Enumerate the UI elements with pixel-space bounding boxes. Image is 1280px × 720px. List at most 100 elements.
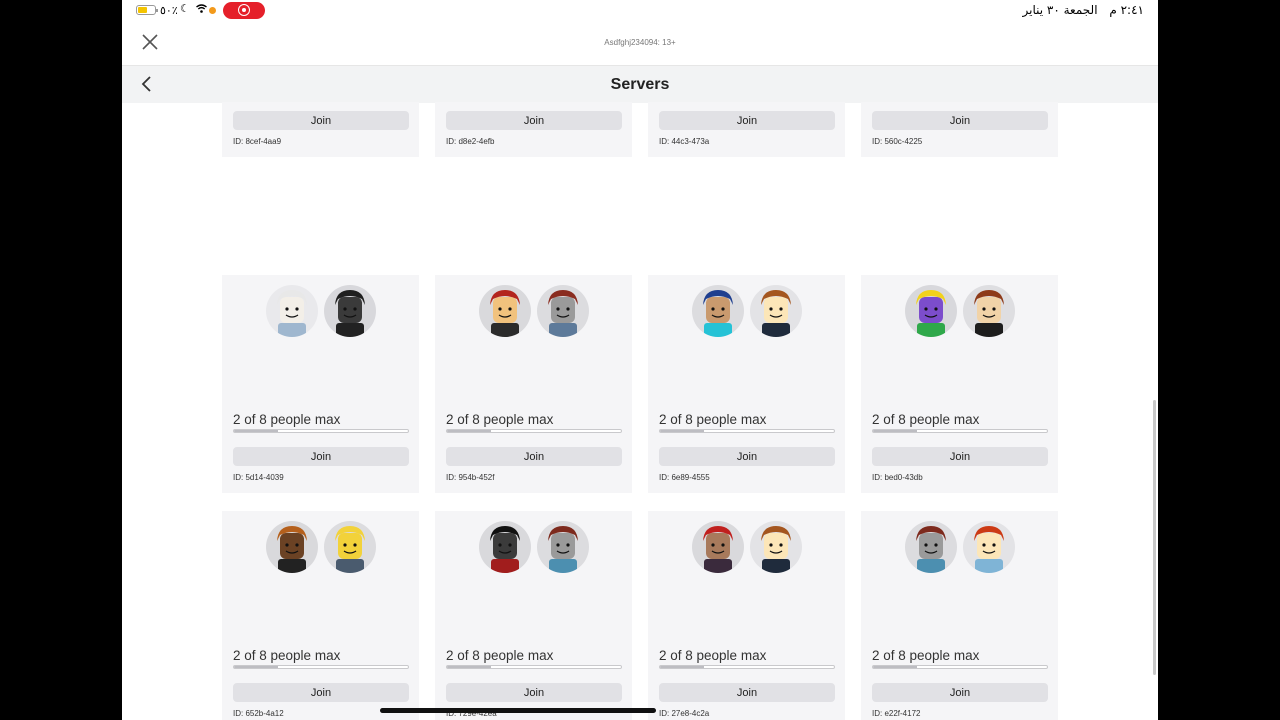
server-card: 2 of 8 people max Join ID: 729e-42ea bbox=[435, 511, 632, 720]
player-avatars bbox=[861, 521, 1058, 575]
player-count: 2 of 8 people max bbox=[446, 412, 554, 427]
join-button[interactable]: Join bbox=[872, 447, 1048, 466]
server-card: 2 of 8 people max Join ID: 5d14-4039 bbox=[222, 275, 419, 493]
capacity-bar-fill bbox=[447, 430, 491, 432]
status-time: ٢:٤١ م bbox=[1109, 3, 1144, 17]
status-time-date: ٢:٤١ م الجمعة ٣٠ يناير bbox=[1015, 3, 1144, 17]
join-button[interactable]: Join bbox=[233, 111, 409, 130]
player-count: 2 of 8 people max bbox=[872, 412, 980, 427]
server-card: 2 of 8 people max Join ID: 652b-4a12 bbox=[222, 511, 419, 720]
server-card: 2 of 8 people max Join ID: 954b-452f bbox=[435, 275, 632, 493]
player-avatar[interactable] bbox=[537, 285, 589, 337]
screen-record-indicator[interactable] bbox=[223, 2, 265, 19]
player-avatar[interactable] bbox=[750, 285, 802, 337]
player-avatars bbox=[435, 521, 632, 575]
page-title: Servers bbox=[610, 76, 670, 93]
record-icon bbox=[238, 4, 250, 16]
join-button[interactable]: Join bbox=[659, 447, 835, 466]
server-id: ID: 954b-452f bbox=[446, 473, 495, 482]
join-button[interactable]: Join bbox=[233, 447, 409, 466]
join-button[interactable]: Join bbox=[659, 683, 835, 702]
server-id: ID: 6e89-4555 bbox=[659, 473, 710, 482]
servers-header: Servers bbox=[122, 65, 1158, 103]
capacity-bar-fill bbox=[447, 666, 491, 668]
server-id: ID: 652b-4a12 bbox=[233, 709, 284, 718]
capacity-bar bbox=[233, 429, 409, 433]
status-bar: ٥٠٪ ☾ ٢:٤١ م الجمعة ٣٠ يناير bbox=[122, 0, 1158, 22]
player-avatar[interactable] bbox=[266, 521, 318, 573]
player-avatar[interactable] bbox=[963, 521, 1015, 573]
player-avatar[interactable] bbox=[905, 285, 957, 337]
capacity-bar bbox=[659, 429, 835, 433]
capacity-bar-fill bbox=[234, 666, 278, 668]
player-avatar[interactable] bbox=[692, 285, 744, 337]
player-avatar[interactable] bbox=[692, 521, 744, 573]
privacy-indicator-dot bbox=[209, 7, 216, 14]
moon-icon: ☾ bbox=[180, 3, 190, 15]
experience-subtitle: Asdfghj234094: 13+ bbox=[604, 38, 676, 47]
server-id: ID: 8cef-4aa9 bbox=[233, 137, 282, 146]
server-card: 1 of 8 people max Join ID: d8e2-4efb bbox=[435, 102, 632, 157]
server-id: ID: 27e8-4c2a bbox=[659, 709, 710, 718]
battery-icon bbox=[136, 5, 158, 15]
player-avatars bbox=[648, 521, 845, 575]
join-button[interactable]: Join bbox=[446, 683, 622, 702]
player-avatar[interactable] bbox=[324, 285, 376, 337]
player-avatar[interactable] bbox=[324, 521, 376, 573]
player-avatar[interactable] bbox=[963, 285, 1015, 337]
capacity-bar-fill bbox=[660, 666, 704, 668]
player-avatars bbox=[435, 285, 632, 339]
server-card: 2 of 8 people max Join ID: e22f-4172 bbox=[861, 511, 1058, 720]
server-id: ID: d8e2-4efb bbox=[446, 137, 495, 146]
player-avatars bbox=[222, 521, 419, 575]
capacity-bar-fill bbox=[660, 430, 704, 432]
scrollbar[interactable] bbox=[1153, 400, 1156, 675]
player-avatars bbox=[861, 285, 1058, 339]
home-indicator[interactable] bbox=[380, 708, 656, 713]
join-button[interactable]: Join bbox=[446, 111, 622, 130]
player-avatar[interactable] bbox=[537, 521, 589, 573]
join-button[interactable]: Join bbox=[872, 683, 1048, 702]
capacity-bar bbox=[872, 429, 1048, 433]
player-count: 2 of 8 people max bbox=[659, 648, 767, 663]
server-card: 2 of 8 people max Join ID: 6e89-4555 bbox=[648, 275, 845, 493]
capacity-bar bbox=[659, 665, 835, 669]
join-button[interactable]: Join bbox=[233, 683, 409, 702]
player-count: 2 of 8 people max bbox=[233, 648, 341, 663]
join-button[interactable]: Join bbox=[872, 111, 1048, 130]
capacity-bar bbox=[872, 665, 1048, 669]
server-card: 2 of 8 people max Join ID: 27e8-4c2a bbox=[648, 511, 845, 720]
player-avatar[interactable] bbox=[750, 521, 802, 573]
capacity-bar-fill bbox=[234, 430, 278, 432]
server-id: ID: bed0-43db bbox=[872, 473, 923, 482]
server-id: ID: 5d14-4039 bbox=[233, 473, 284, 482]
player-avatars bbox=[222, 285, 419, 339]
server-card: 1 of 8 people max Join ID: 8cef-4aa9 bbox=[222, 102, 419, 157]
player-avatar[interactable] bbox=[905, 521, 957, 573]
app-screen: ٥٠٪ ☾ ٢:٤١ م الجمعة ٣٠ يناير Asdfghj2340… bbox=[122, 0, 1158, 720]
battery-percent: ٥٠٪ bbox=[160, 5, 178, 17]
status-date: الجمعة ٣٠ يناير bbox=[1022, 3, 1098, 17]
join-button[interactable]: Join bbox=[446, 447, 622, 466]
server-id: ID: e22f-4172 bbox=[872, 709, 921, 718]
server-id: ID: 44c3-473a bbox=[659, 137, 710, 146]
server-id: ID: 560c-4225 bbox=[872, 137, 923, 146]
player-count: 2 of 8 people max bbox=[872, 648, 980, 663]
join-button[interactable]: Join bbox=[659, 111, 835, 130]
player-avatar[interactable] bbox=[479, 285, 531, 337]
player-avatars bbox=[648, 285, 845, 339]
capacity-bar bbox=[446, 429, 622, 433]
capacity-bar bbox=[446, 665, 622, 669]
player-count: 2 of 8 people max bbox=[233, 412, 341, 427]
player-avatar[interactable] bbox=[266, 285, 318, 337]
capacity-bar bbox=[233, 665, 409, 669]
capacity-bar-fill bbox=[873, 430, 917, 432]
capacity-bar-fill bbox=[873, 666, 917, 668]
server-card: 2 of 8 people max Join ID: 560c-4225 bbox=[861, 102, 1058, 157]
player-count: 2 of 8 people max bbox=[446, 648, 554, 663]
player-avatar[interactable] bbox=[479, 521, 531, 573]
server-card: 1 of 8 people max Join ID: 44c3-473a bbox=[648, 102, 845, 157]
server-card: 2 of 8 people max Join ID: bed0-43db bbox=[861, 275, 1058, 493]
server-list: 1 of 8 people max Join ID: 8cef-4aa9 1 o… bbox=[122, 102, 1158, 720]
player-count: 2 of 8 people max bbox=[659, 412, 767, 427]
